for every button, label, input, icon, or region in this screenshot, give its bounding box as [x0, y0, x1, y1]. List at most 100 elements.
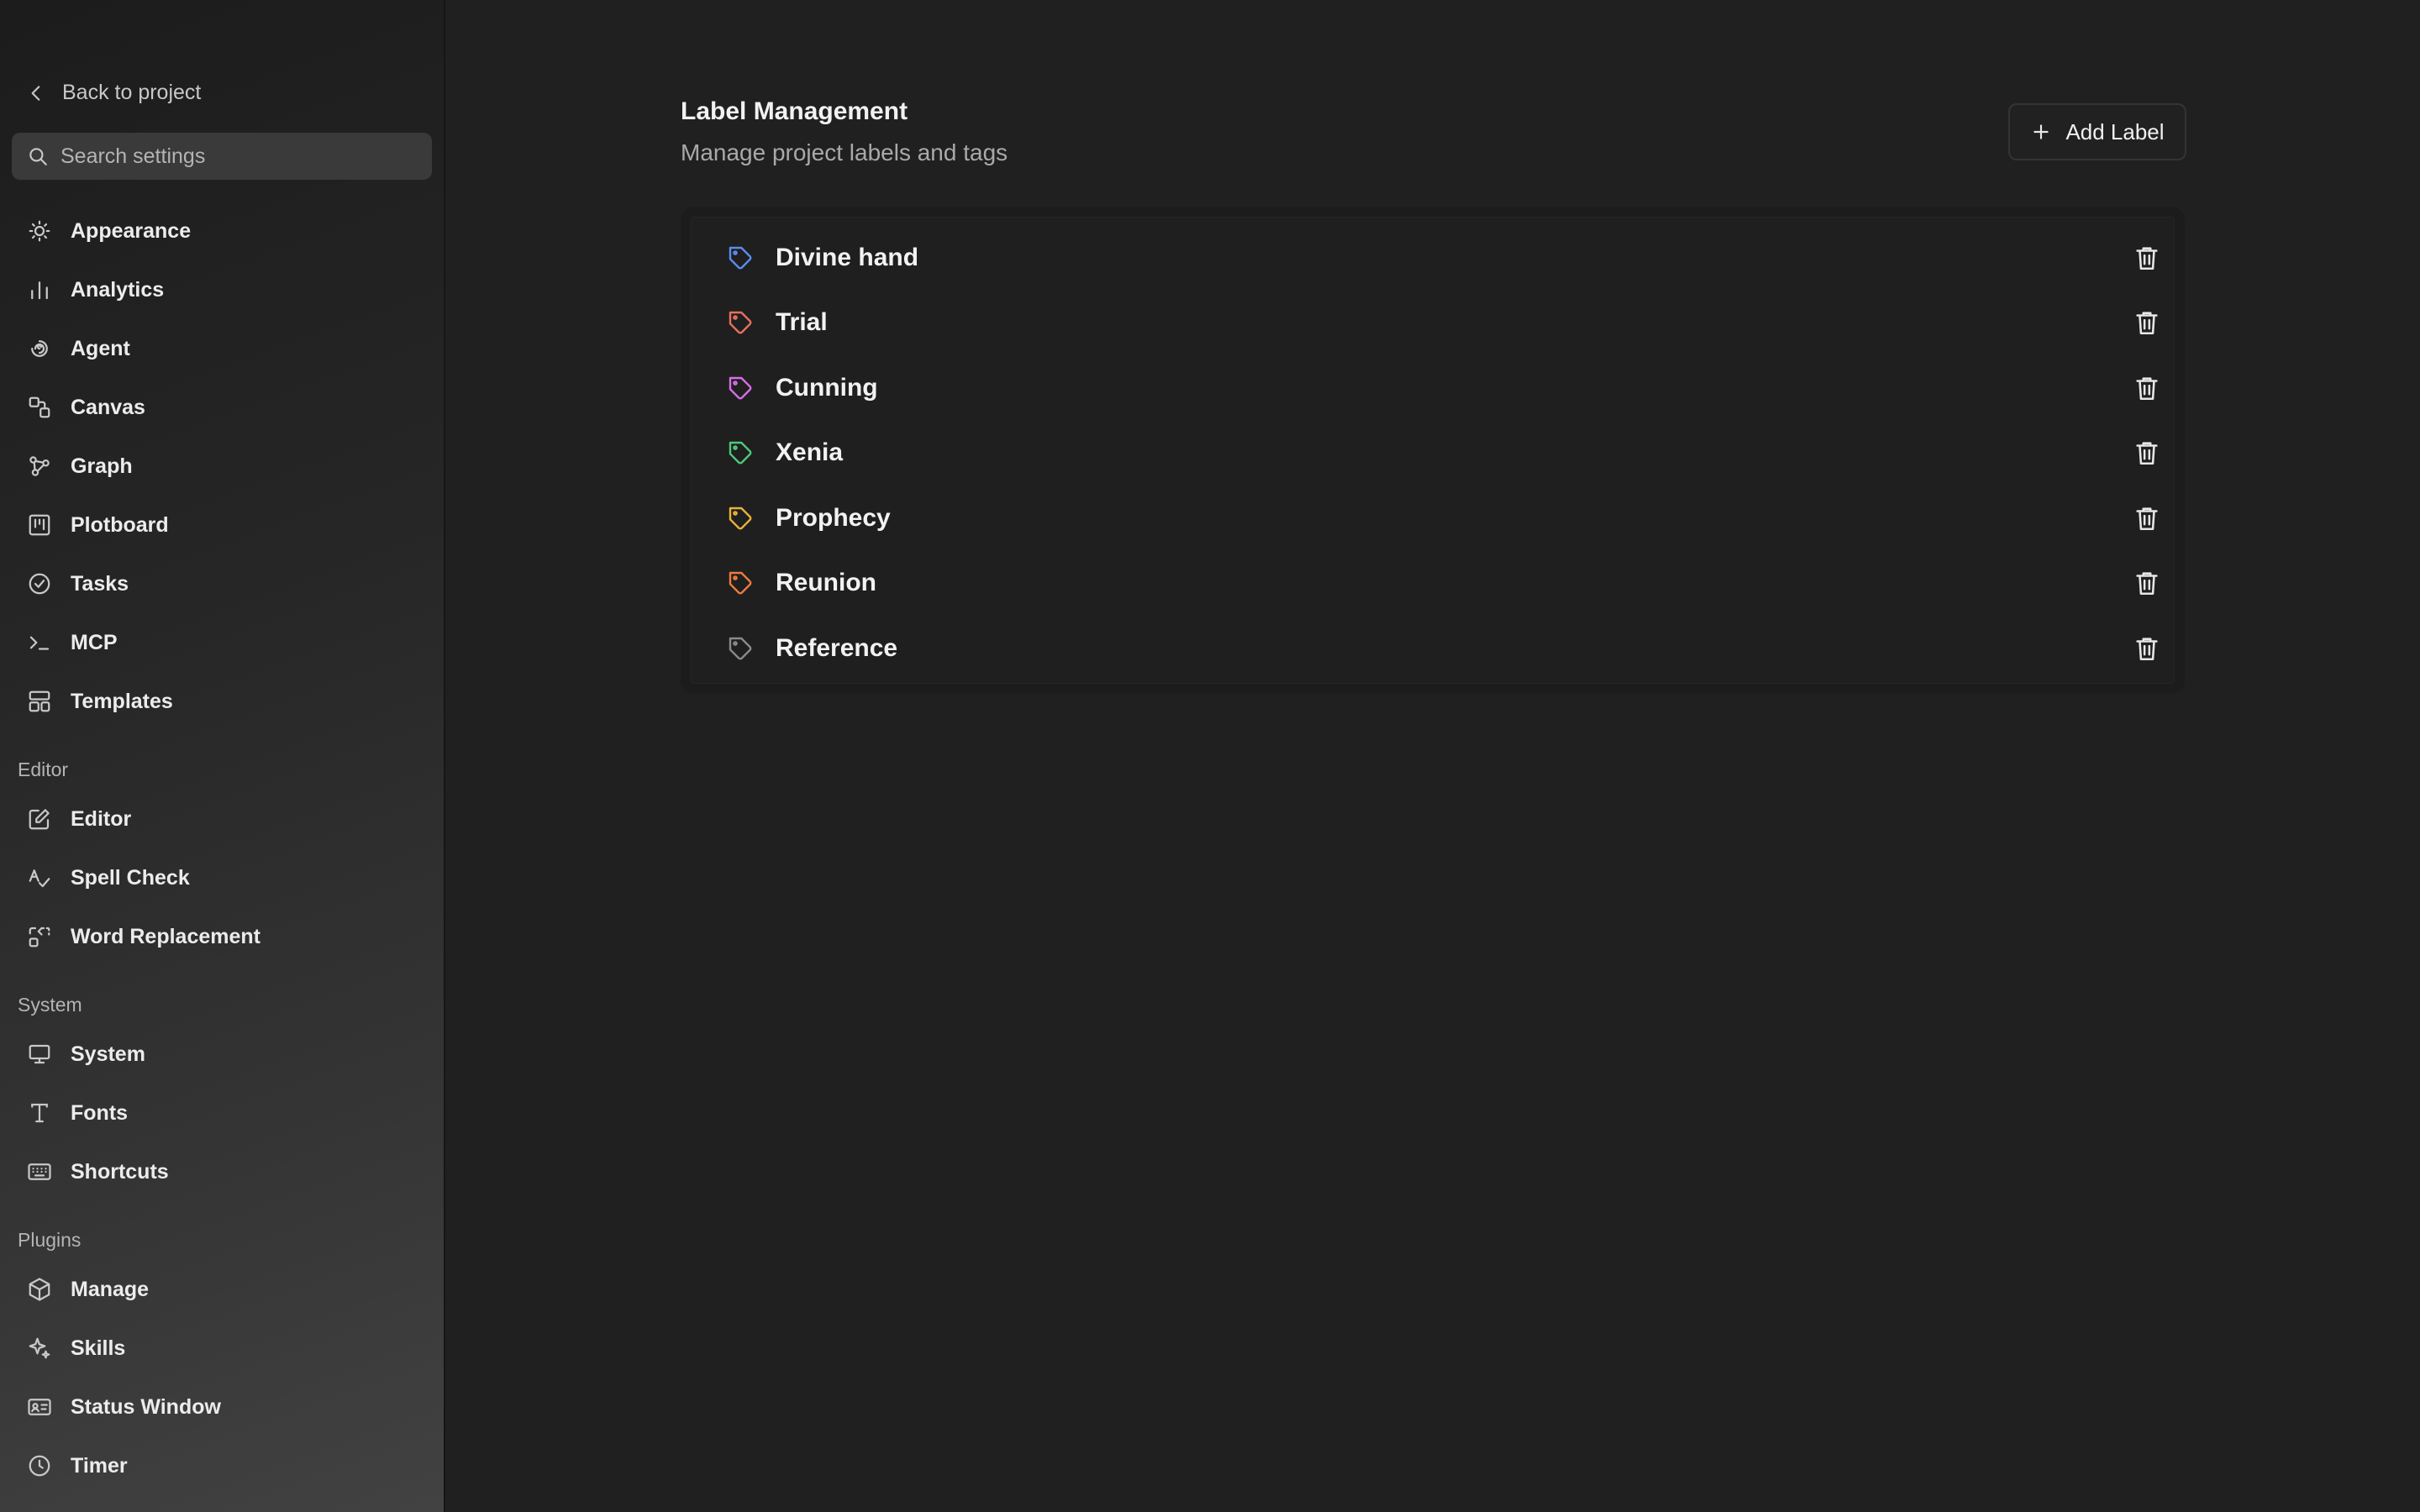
label-name: Trial: [776, 308, 828, 336]
sidebar-item-spell-check[interactable]: Spell Check: [12, 852, 432, 904]
settings-window: Back to project Appearance Analytics Age…: [0, 0, 2420, 1512]
sidebar-item-canvas[interactable]: Canvas: [12, 381, 432, 433]
tag-icon: [729, 507, 752, 530]
section-label-plugins: Plugins: [18, 1229, 82, 1251]
trash-icon[interactable]: [2133, 438, 2161, 467]
sidebar-item-label: Timer: [71, 1453, 128, 1478]
tag-icon: [729, 571, 752, 595]
id-card-icon: [28, 1399, 51, 1415]
sidebar-item-fonts[interactable]: Fonts: [12, 1087, 432, 1139]
section-label-editor: Editor: [18, 759, 69, 780]
bar-chart-icon: [31, 281, 48, 300]
sidebar-item-label: Graph: [71, 454, 133, 478]
sidebar-item-editor[interactable]: Editor: [12, 793, 432, 845]
shapes-icon: [29, 396, 50, 418]
settings-sidebar: Back to project Appearance Analytics Age…: [0, 0, 445, 1512]
section-label-system: System: [18, 994, 82, 1016]
sidebar-item-label: Shortcuts: [71, 1159, 169, 1184]
back-to-project-label: Back to project: [62, 81, 202, 104]
monitor-icon: [29, 1044, 50, 1064]
label-row[interactable]: Divine hand: [691, 228, 2175, 287]
sidebar-item-label: Canvas: [71, 395, 145, 419]
sidebar-item-label: MCP: [71, 630, 118, 654]
tag-icon: [729, 637, 752, 660]
sidebar-item-analytics[interactable]: Analytics: [12, 264, 432, 316]
layout-template-icon: [29, 690, 50, 712]
label-name: Cunning: [776, 374, 878, 402]
sidebar-item-timer[interactable]: Timer: [12, 1440, 432, 1492]
kanban-icon: [29, 514, 50, 536]
label-row[interactable]: Prophecy: [691, 489, 2175, 548]
replace-icon: [29, 927, 50, 948]
tag-icon: [729, 376, 752, 400]
label-row[interactable]: Reunion: [691, 554, 2175, 612]
sun-icon: [29, 220, 50, 242]
sidebar-item-appearance[interactable]: Appearance: [12, 205, 432, 257]
sidebar-item-label: Agent: [71, 336, 130, 360]
sidebar-item-label: Editor: [71, 806, 132, 831]
search-settings-box[interactable]: [12, 133, 432, 180]
label-name: Reference: [776, 634, 898, 662]
trash-icon[interactable]: [2133, 634, 2161, 663]
sidebar-item-skills[interactable]: Skills: [12, 1322, 432, 1374]
spell-check-icon: [29, 869, 50, 888]
trash-icon[interactable]: [2133, 504, 2161, 533]
label-row[interactable]: Xenia: [691, 423, 2175, 482]
trash-icon[interactable]: [2133, 569, 2161, 597]
sidebar-item-label: Templates: [71, 689, 173, 713]
edit-icon: [29, 809, 50, 830]
sidebar-item-label: Skills: [71, 1336, 126, 1360]
back-to-project-link[interactable]: Back to project: [25, 81, 201, 105]
plus-icon: [2033, 124, 2049, 139]
chevron-left-icon: [31, 85, 40, 101]
sidebar-item-tasks[interactable]: Tasks: [12, 558, 432, 610]
sidebar-item-shortcuts[interactable]: Shortcuts: [12, 1146, 432, 1198]
graph-icon: [29, 456, 50, 476]
sidebar-item-label: Fonts: [71, 1100, 129, 1125]
tag-icon: [729, 441, 752, 465]
sidebar-item-label: System: [71, 1042, 145, 1066]
sidebar-item-label: Plotboard: [71, 512, 169, 537]
terminal-icon: [29, 636, 50, 650]
trash-icon[interactable]: [2133, 244, 2161, 272]
tag-icon: [729, 311, 752, 334]
search-icon: [29, 148, 47, 165]
sidebar-item-agent[interactable]: Agent: [12, 323, 432, 375]
sidebar-item-system[interactable]: System: [12, 1028, 432, 1080]
sidebar-item-label: Word Replacement: [71, 924, 260, 948]
sidebar-item-label: Manage: [71, 1277, 150, 1301]
keyboard-icon: [28, 1163, 51, 1180]
sidebar-item-word-replacement[interactable]: Word Replacement: [12, 911, 432, 963]
sidebar-item-label: Analytics: [71, 277, 165, 302]
page-subtitle: Manage project labels and tags: [681, 139, 1008, 165]
label-name: Prophecy: [776, 504, 891, 532]
label-list: Divine hand Trial Cunning Xenia Prophecy Reun…: [681, 207, 2185, 694]
sidebar-item-templates[interactable]: Templates: [12, 675, 432, 727]
check-circle-icon: [29, 573, 50, 595]
trash-icon[interactable]: [2133, 374, 2161, 402]
sidebar-item-manage[interactable]: Manage: [12, 1263, 432, 1315]
label-name: Reunion: [776, 569, 876, 596]
tag-icon: [729, 246, 752, 270]
add-label-button-label: Add Label: [2065, 118, 2165, 144]
page-title: Label Management: [681, 97, 908, 125]
sidebar-item-label: Spell Check: [71, 865, 190, 890]
sidebar-item-status-window[interactable]: Status Window: [12, 1381, 432, 1433]
label-row[interactable]: Trial: [691, 293, 2175, 352]
spiral-icon: [31, 340, 48, 357]
label-name: Divine hand: [776, 244, 919, 271]
clock-icon: [29, 1455, 50, 1477]
package-icon: [29, 1278, 50, 1301]
sidebar-item-label: Appearance: [71, 218, 192, 243]
search-settings-input[interactable]: [60, 144, 413, 169]
add-label-button[interactable]: Add Label: [2008, 103, 2186, 160]
label-name: Xenia: [776, 438, 844, 466]
sidebar-item-label: Tasks: [71, 571, 129, 596]
sidebar-item-graph[interactable]: Graph: [12, 440, 432, 492]
sidebar-item-mcp[interactable]: MCP: [12, 617, 432, 669]
sidebar-item-plotboard[interactable]: Plotboard: [12, 499, 432, 551]
label-row[interactable]: Cunning: [691, 359, 2175, 417]
trash-icon[interactable]: [2133, 308, 2161, 337]
label-row[interactable]: Reference: [691, 619, 2175, 678]
sidebar-item-label: Status Window: [71, 1394, 221, 1419]
